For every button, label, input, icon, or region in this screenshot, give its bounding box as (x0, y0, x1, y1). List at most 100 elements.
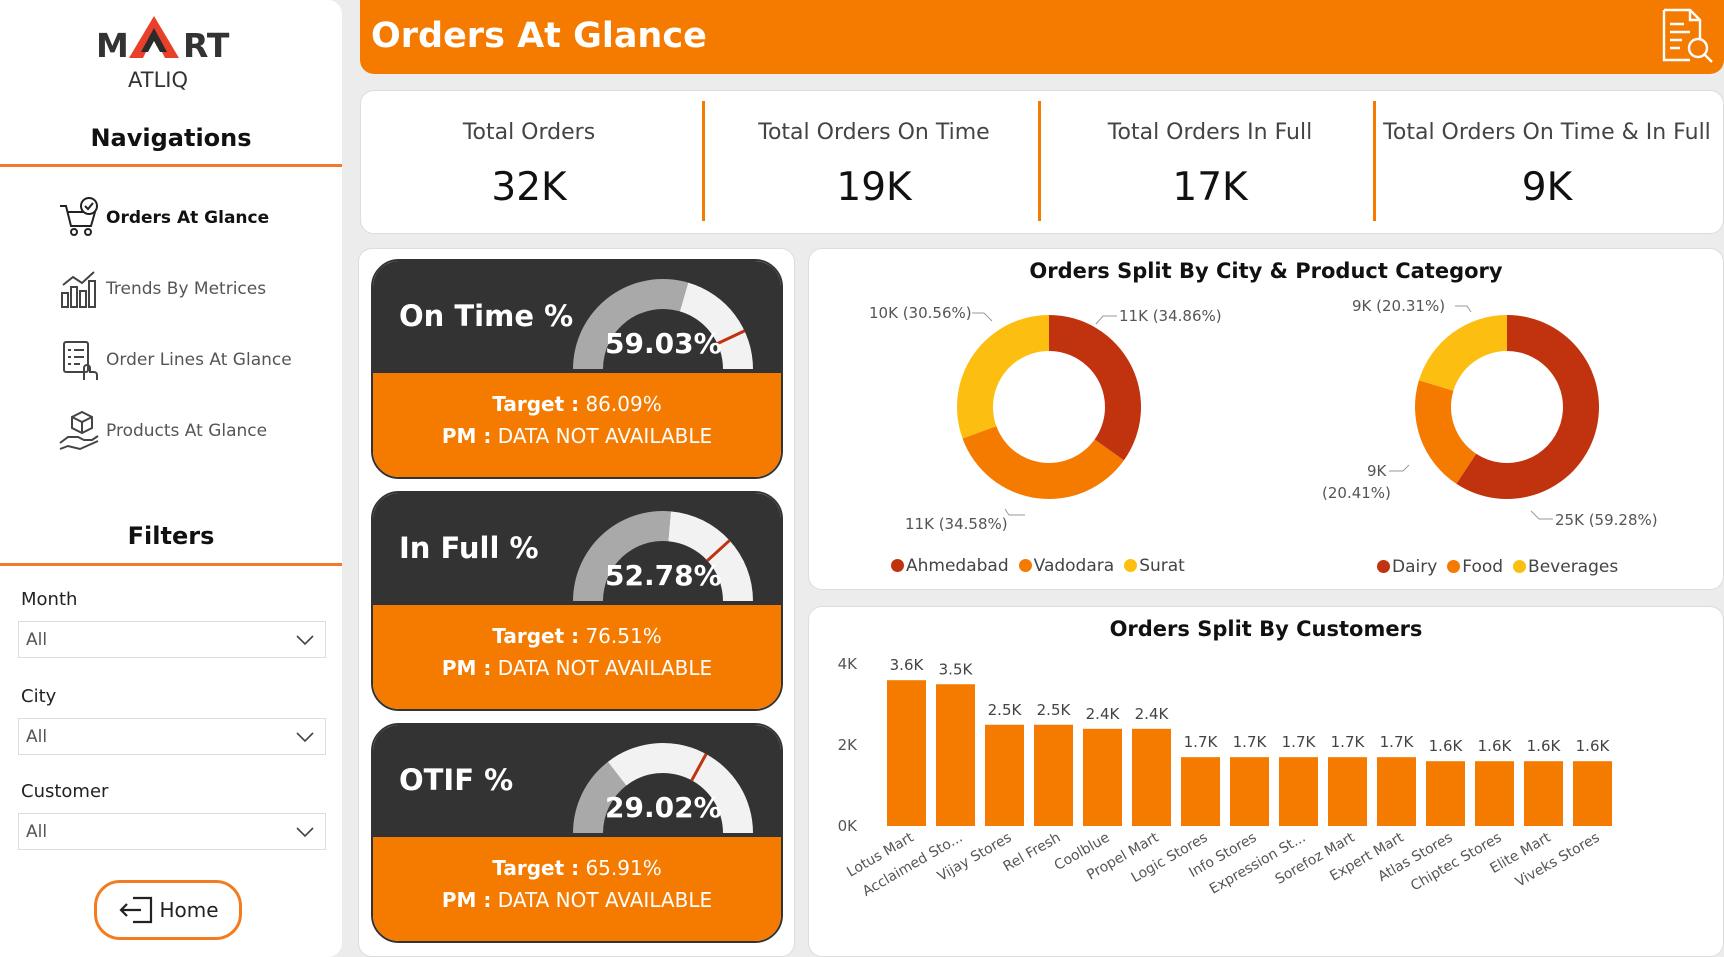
bar[interactable] (1475, 761, 1514, 826)
exit-icon (119, 896, 153, 924)
gauge-panel: On Time % 59.03% Target : 86.09% PM : DA… (358, 248, 795, 957)
kpi-total-orders-in-full: Total Orders In Full 17K (1042, 91, 1378, 235)
filter-customer-value: All (26, 821, 48, 842)
home-label: Home (159, 898, 219, 922)
legend-label: Food (1462, 557, 1504, 577)
target-value: 86.09% (585, 392, 662, 416)
y-tick-label: 4K (838, 655, 859, 673)
bar[interactable] (887, 680, 926, 826)
gauge-target-line: Target : 76.51% (373, 624, 781, 648)
nav-item-products-at-glance[interactable]: Products At Glance (58, 406, 267, 456)
filter-month-select[interactable]: All (18, 621, 326, 658)
legend-item-dairy[interactable]: Dairy (1377, 557, 1437, 577)
bar[interactable] (1132, 728, 1171, 826)
legend-dot (1018, 559, 1032, 572)
chevron-down-icon (296, 731, 314, 742)
y-tick-label: 2K (838, 736, 859, 754)
gauge-title: On Time % (399, 299, 574, 333)
sidebar: M RT ATLIQ Navigations Orders At Glance … (0, 0, 342, 957)
filter-month-label: Month (21, 589, 78, 610)
report-search-icon[interactable] (1656, 6, 1716, 66)
bar[interactable] (1573, 761, 1612, 826)
donut-slice-beverages[interactable] (1418, 315, 1507, 391)
bar-trend-icon (58, 267, 102, 311)
gauge-pm-line: PM : DATA NOT AVAILABLE (373, 888, 781, 912)
chevron-down-icon (296, 634, 314, 645)
filters-title: Filters (127, 522, 215, 550)
bar[interactable] (1034, 724, 1073, 826)
page-title: Orders At Glance (371, 16, 707, 56)
legend-dot (1447, 560, 1461, 573)
page-header: Orders At Glance (360, 0, 1724, 74)
filter-city-value: All (26, 726, 48, 747)
donut-label-beverages: 9K (20.31%) (1352, 297, 1446, 315)
kpi-label: Total Orders (462, 120, 596, 145)
filter-customer-select[interactable]: All (18, 813, 326, 850)
legend-dot (1124, 559, 1138, 572)
nav-label: Products At Glance (106, 421, 268, 441)
donut-slice-surat[interactable] (957, 315, 1049, 439)
bar-data-label: 3.5K (939, 660, 974, 678)
kpi-divider (702, 101, 705, 221)
nav-item-orders-at-glance[interactable]: Orders At Glance (58, 193, 269, 243)
bar-data-label: 2.4K (1135, 705, 1170, 723)
legend-item-food[interactable]: Food (1447, 557, 1503, 577)
bar[interactable] (936, 684, 975, 826)
donut-label-surat: 10K (30.56%) (869, 304, 972, 322)
nav-item-trends-by-metrices[interactable]: Trends By Metrices (58, 264, 266, 314)
legend-item-vadodara[interactable]: Vadodara (1018, 556, 1115, 576)
gauge-value: 59.03% (605, 327, 722, 360)
legend-label: Vadodara (1033, 556, 1115, 576)
kpi-value: 19K (836, 165, 912, 210)
kpi-total-orders-otif: Total Orders On Time & In Full 9K (1379, 91, 1715, 235)
nav-label: Trends By Metrices (106, 279, 267, 299)
legend-label: Surat (1139, 556, 1185, 576)
target-label: Target : (492, 392, 580, 416)
pm-label: PM : (441, 656, 492, 680)
legend-item-beverages[interactable]: Beverages (1513, 557, 1618, 577)
gauge-value: 29.02% (605, 791, 722, 824)
bar[interactable] (1328, 757, 1367, 826)
kpi-cards: Total Orders 32K Total Orders On Time 19… (360, 90, 1724, 234)
gauge-pm-line: PM : DATA NOT AVAILABLE (373, 656, 781, 680)
target-value: 65.91% (585, 856, 662, 880)
legend-item-ahmedabad[interactable]: Ahmedabad (891, 556, 1009, 576)
bar-data-label: 3.6K (890, 656, 925, 674)
bar[interactable] (1377, 757, 1416, 826)
customers-bar-panel: Orders Split By Customers 0K 2K 4K 3.6K Lotu… (808, 606, 1724, 957)
gauge-title: OTIF % (399, 763, 514, 797)
pm-label: PM : (441, 424, 492, 448)
filter-city-select[interactable]: All (18, 718, 326, 755)
bar[interactable] (1181, 757, 1220, 826)
donut-label-food-a: 9K (1367, 462, 1387, 480)
kpi-value: 9K (1521, 165, 1573, 210)
customers-bar-chart: 0K2K4K 3.6KLotus Mart3.5KAcclaimed Sto...… (838, 655, 1612, 900)
chevron-down-icon (296, 826, 314, 837)
navigations-title: Navigations (90, 124, 252, 152)
kpi-total-orders: Total Orders 32K (361, 91, 697, 235)
bar[interactable] (1230, 757, 1269, 826)
cart-check-icon (58, 196, 102, 240)
city-category-donut-panel: Orders Split By City & Product Category … (808, 248, 1724, 590)
nav-item-order-lines-at-glance[interactable]: Order Lines At Glance (58, 335, 292, 385)
filter-customer-label: Customer (21, 781, 109, 802)
kpi-divider (1038, 101, 1041, 221)
legend-item-surat[interactable]: Surat (1124, 556, 1185, 576)
box-hand-icon (58, 409, 102, 453)
bar-data-label: 1.7K (1282, 733, 1317, 751)
gauge-card-on-time: On Time % 59.03% Target : 86.09% PM : DA… (371, 259, 783, 479)
home-button[interactable]: Home (94, 880, 242, 940)
legend-dot (1377, 560, 1390, 573)
donut-label-ahmedabad: 11K (34.86%) (1119, 307, 1222, 325)
bar[interactable] (1524, 761, 1563, 826)
bar[interactable] (1426, 761, 1465, 826)
category-legend: Dairy Food Beverages (1377, 557, 1618, 577)
bar[interactable] (1279, 757, 1318, 826)
donut-panel-title: Orders Split By City & Product Category (1029, 259, 1503, 283)
bar[interactable] (985, 724, 1024, 826)
bar[interactable] (1083, 728, 1122, 826)
donut-slice-ahmedabad[interactable] (1049, 315, 1141, 461)
legend-label: Beverages (1528, 557, 1619, 577)
gauge-card-in-full: In Full % 52.78% Target : 76.51% PM : DA… (371, 491, 783, 711)
bar-data-label: 2.5K (1037, 701, 1072, 719)
